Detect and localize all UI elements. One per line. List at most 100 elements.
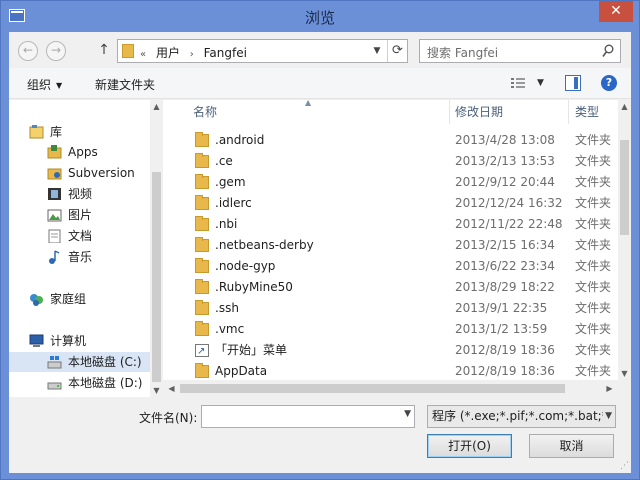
file-row[interactable]: 「开始」菜单 2012/8/19 18:36 文件夹 [163, 340, 611, 362]
file-row[interactable]: .gem 2012/9/12 20:44 文件夹 [163, 172, 611, 193]
search-input[interactable]: 搜索 Fangfei [419, 39, 621, 63]
sidebar-item-label: 视频 [68, 187, 93, 201]
filename-dropdown-icon[interactable]: ▼ [404, 409, 411, 419]
file-type: 文件夹 [575, 133, 612, 147]
preview-pane-icon[interactable] [565, 75, 581, 91]
breadcrumb-item-users[interactable]: 用户 [156, 46, 180, 60]
file-list-scrollbar[interactable]: ▲ ▼ [618, 100, 631, 397]
file-modified-date: 2013/4/28 13:08 [455, 133, 555, 147]
open-button[interactable]: 打开(O) [427, 434, 512, 458]
close-button[interactable]: ✕ [599, 1, 633, 22]
command-toolbar: 组织 ▼ 新建文件夹 ▼ ? [9, 68, 631, 99]
folder-icon [195, 153, 209, 168]
view-options-icon[interactable] [511, 78, 525, 89]
file-type: 文件夹 [575, 259, 612, 273]
file-row[interactable]: .ce 2013/2/13 13:53 文件夹 [163, 151, 611, 172]
chevron-down-icon[interactable]: ▼ [603, 406, 612, 427]
sidebar-item[interactable]: Subversion [9, 163, 151, 183]
sidebar-item-label: 音乐 [68, 250, 93, 264]
scroll-down-icon[interactable]: ▼ [150, 384, 163, 397]
music-icon [49, 250, 60, 264]
organize-menu[interactable]: 组织 ▼ [27, 76, 62, 93]
folder-icon [195, 363, 209, 378]
refresh-button[interactable]: ⟳ [387, 40, 407, 62]
pictures-icon [47, 209, 62, 222]
file-name: .RubyMine50 [215, 280, 293, 294]
file-type-select[interactable]: 程序 (*.exe;*.pif;*.com;*.bat;*. ▼ [427, 405, 616, 428]
file-type: 文件夹 [575, 196, 612, 210]
file-name: .node-gyp [215, 259, 276, 273]
file-type: 文件夹 [575, 154, 612, 168]
chevron-down-icon: ▼ [56, 81, 63, 90]
file-list-scroll-thumb[interactable] [620, 140, 629, 235]
file-type: 文件夹 [575, 343, 612, 357]
file-modified-date: 2012/11/22 22:48 [455, 217, 563, 231]
scroll-left-icon[interactable]: ◀ [165, 382, 178, 395]
file-modified-date: 2012/12/24 16:32 [455, 196, 563, 210]
folder-icon [122, 44, 134, 58]
forward-button[interactable]: → [46, 41, 66, 61]
nav-scrollbar[interactable]: ▲ ▼ [150, 100, 163, 397]
cancel-button[interactable]: 取消 [529, 434, 614, 458]
title-bar[interactable]: 浏览 ✕ [1, 1, 639, 31]
resize-grip-icon[interactable]: ⋰ [620, 461, 629, 471]
file-list-hscrollbar[interactable]: ◀ ▶ [163, 380, 618, 397]
sidebar-item[interactable]: 库 [9, 122, 151, 142]
file-list-hscroll-thumb[interactable] [180, 384, 565, 393]
window-title: 浏览 [304, 9, 335, 27]
sidebar-item[interactable]: 视频 [9, 184, 151, 204]
search-icon[interactable] [602, 44, 614, 58]
column-header-name[interactable]: 名称 [193, 100, 217, 124]
breadcrumb-item-fangfei[interactable]: Fangfei [204, 46, 247, 60]
homegroup-icon [30, 294, 43, 306]
scroll-up-icon[interactable]: ▲ [618, 100, 631, 113]
file-row[interactable]: .vmc 2013/1/2 13:59 文件夹 [163, 319, 611, 340]
address-bar[interactable]: « 用户 › Fangfei ▼ ⟳ [117, 39, 408, 63]
sidebar-item-label: 本地磁盘 (D:) [68, 376, 143, 390]
filename-field[interactable]: ▼ [201, 405, 415, 428]
sidebar-item[interactable]: 本地磁盘 (C:) [9, 352, 151, 372]
sidebar-item[interactable]: 文档 [9, 226, 151, 246]
content-area: 库 Apps Subversion 视频图片文档音乐家庭组计算机本地磁盘 (C:) 本地… [9, 100, 631, 397]
view-dropdown-icon[interactable]: ▼ [537, 78, 544, 88]
scroll-down-icon[interactable]: ▼ [618, 367, 631, 380]
folder-icon [195, 132, 209, 147]
breadcrumb-separator[interactable]: › [190, 49, 194, 60]
help-icon[interactable]: ? [601, 75, 617, 91]
file-row[interactable]: .nbi 2012/11/22 22:48 文件夹 [163, 214, 611, 235]
file-modified-date: 2013/2/15 16:34 [455, 238, 555, 252]
filename-label: 文件名(N): [139, 411, 198, 425]
sidebar-item-label: 计算机 [50, 334, 87, 348]
file-name: 「开始」菜单 [215, 343, 288, 357]
file-row[interactable]: .RubyMine50 2013/8/29 18:22 文件夹 [163, 277, 611, 298]
scroll-up-icon[interactable]: ▲ [150, 100, 163, 113]
sidebar-item[interactable]: 本地磁盘 (D:) [9, 373, 151, 393]
breadcrumb-overflow[interactable]: « [140, 49, 146, 60]
file-type: 文件夹 [575, 217, 612, 231]
sidebar-item[interactable]: 音乐 [9, 247, 151, 267]
sidebar-item[interactable]: 家庭组 [9, 289, 151, 309]
file-modified-date: 2013/1/2 13:59 [455, 322, 548, 336]
folder-icon [195, 321, 209, 336]
file-row[interactable]: .android 2013/4/28 13:08 文件夹 [163, 130, 611, 151]
sidebar-item[interactable]: Apps [9, 142, 151, 162]
nav-scroll-thumb[interactable] [152, 172, 161, 382]
file-row[interactable]: .netbeans-derby 2013/2/15 16:34 文件夹 [163, 235, 611, 256]
scroll-right-icon[interactable]: ▶ [603, 382, 616, 395]
new-folder-button[interactable]: 新建文件夹 [95, 76, 155, 93]
column-header-type[interactable]: 类型 [575, 100, 599, 124]
column-divider[interactable] [568, 100, 569, 124]
file-row[interactable]: .node-gyp 2013/6/22 23:34 文件夹 [163, 256, 611, 277]
column-divider[interactable] [449, 100, 450, 124]
file-row[interactable]: .ssh 2013/9/1 22:35 文件夹 [163, 298, 611, 319]
column-header-modified[interactable]: 修改日期 [455, 100, 503, 124]
address-dropdown-icon[interactable]: ▼ [369, 40, 385, 62]
sidebar-item[interactable]: 计算机 [9, 331, 151, 351]
up-button[interactable]: ↑ [97, 41, 111, 61]
file-row[interactable]: .idlerc 2012/12/24 16:32 文件夹 [163, 193, 611, 214]
back-button[interactable]: ← [18, 41, 38, 61]
sidebar-item-label: 文档 [68, 229, 93, 243]
sidebar-item[interactable]: 图片 [9, 205, 151, 225]
file-name: .nbi [215, 217, 238, 231]
file-row[interactable]: AppData 2012/8/19 18:36 文件夹 [163, 361, 611, 382]
